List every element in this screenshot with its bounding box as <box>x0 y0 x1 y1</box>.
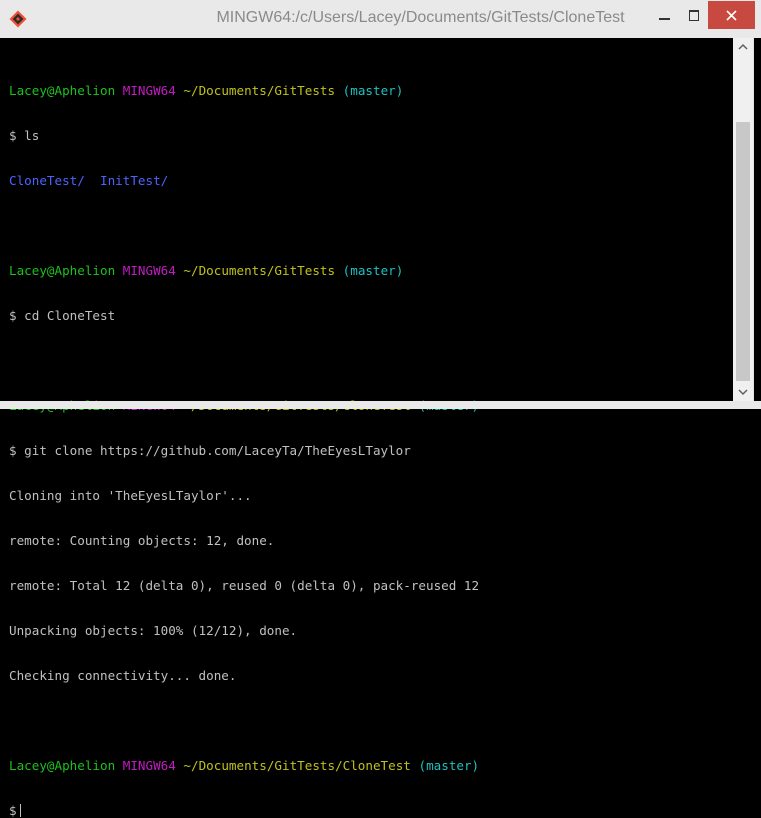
prompt-user: Lacey@Aphelion <box>9 758 116 773</box>
terminal-window: MINGW64:/c/Users/Lacey/Documents/GitTest… <box>0 0 761 818</box>
prompt-branch: (master) <box>342 83 404 98</box>
close-button[interactable] <box>708 1 755 29</box>
command-line: $ git clone https://github.com/LaceyTa/T… <box>9 443 411 458</box>
directory-entry: CloneTest/ <box>9 173 85 188</box>
text-cursor <box>19 804 21 817</box>
terminal-output[interactable]: Lacey@Aphelion MINGW64 ~/Documents/GitTe… <box>9 53 733 818</box>
prompt-user: Lacey@Aphelion <box>9 263 116 278</box>
scroll-down-button[interactable] <box>733 384 753 401</box>
output-line: remote: Total 12 (delta 0), reused 0 (de… <box>9 578 480 593</box>
chevron-up-icon <box>738 43 748 50</box>
minimize-button[interactable] <box>650 1 679 29</box>
ls-output-line: CloneTest/ InitTest/ <box>9 173 733 188</box>
scroll-up-button[interactable] <box>733 38 753 55</box>
title-bar[interactable]: MINGW64:/c/Users/Lacey/Documents/GitTest… <box>0 0 761 38</box>
prompt-path: ~/Documents/GitTests <box>183 263 336 278</box>
command-line: $ cd CloneTest <box>9 308 116 323</box>
vertical-scrollbar[interactable] <box>733 38 754 401</box>
chevron-down-icon <box>738 389 748 396</box>
prompt-system: MINGW64 <box>122 758 176 773</box>
directory-entry: InitTest/ <box>100 173 169 188</box>
output-line: Cloning into 'TheEyesLTaylor'... <box>9 488 252 503</box>
prompt-system: MINGW64 <box>122 83 176 98</box>
prompt-user: Lacey@Aphelion <box>9 83 116 98</box>
prompt-system: MINGW64 <box>122 263 176 278</box>
window-bottom-border <box>0 401 761 409</box>
prompt-branch: (master) <box>418 758 480 773</box>
output-line: Checking connectivity... done. <box>9 668 237 683</box>
prompt-branch: (master) <box>342 263 404 278</box>
prompt-line: Lacey@Aphelion MINGW64 ~/Documents/GitTe… <box>9 758 733 773</box>
prompt-line: Lacey@Aphelion MINGW64 ~/Documents/GitTe… <box>9 83 733 98</box>
maximize-button[interactable] <box>679 1 709 29</box>
prompt-path: ~/Documents/GitTests/CloneTest <box>183 758 411 773</box>
close-icon <box>726 10 737 21</box>
input-line[interactable]: $ <box>9 803 733 818</box>
command-line: $ ls <box>9 128 40 143</box>
prompt-line: Lacey@Aphelion MINGW64 ~/Documents/GitTe… <box>9 263 733 278</box>
window-title: MINGW64:/c/Users/Lacey/Documents/GitTest… <box>216 9 625 26</box>
input-prompt: $ <box>9 803 17 818</box>
prompt-path: ~/Documents/GitTests <box>183 83 336 98</box>
scrollbar-thumb[interactable] <box>736 122 750 381</box>
output-line: remote: Counting objects: 12, done. <box>9 533 275 548</box>
output-line: Unpacking objects: 100% (12/12), done. <box>9 623 298 638</box>
